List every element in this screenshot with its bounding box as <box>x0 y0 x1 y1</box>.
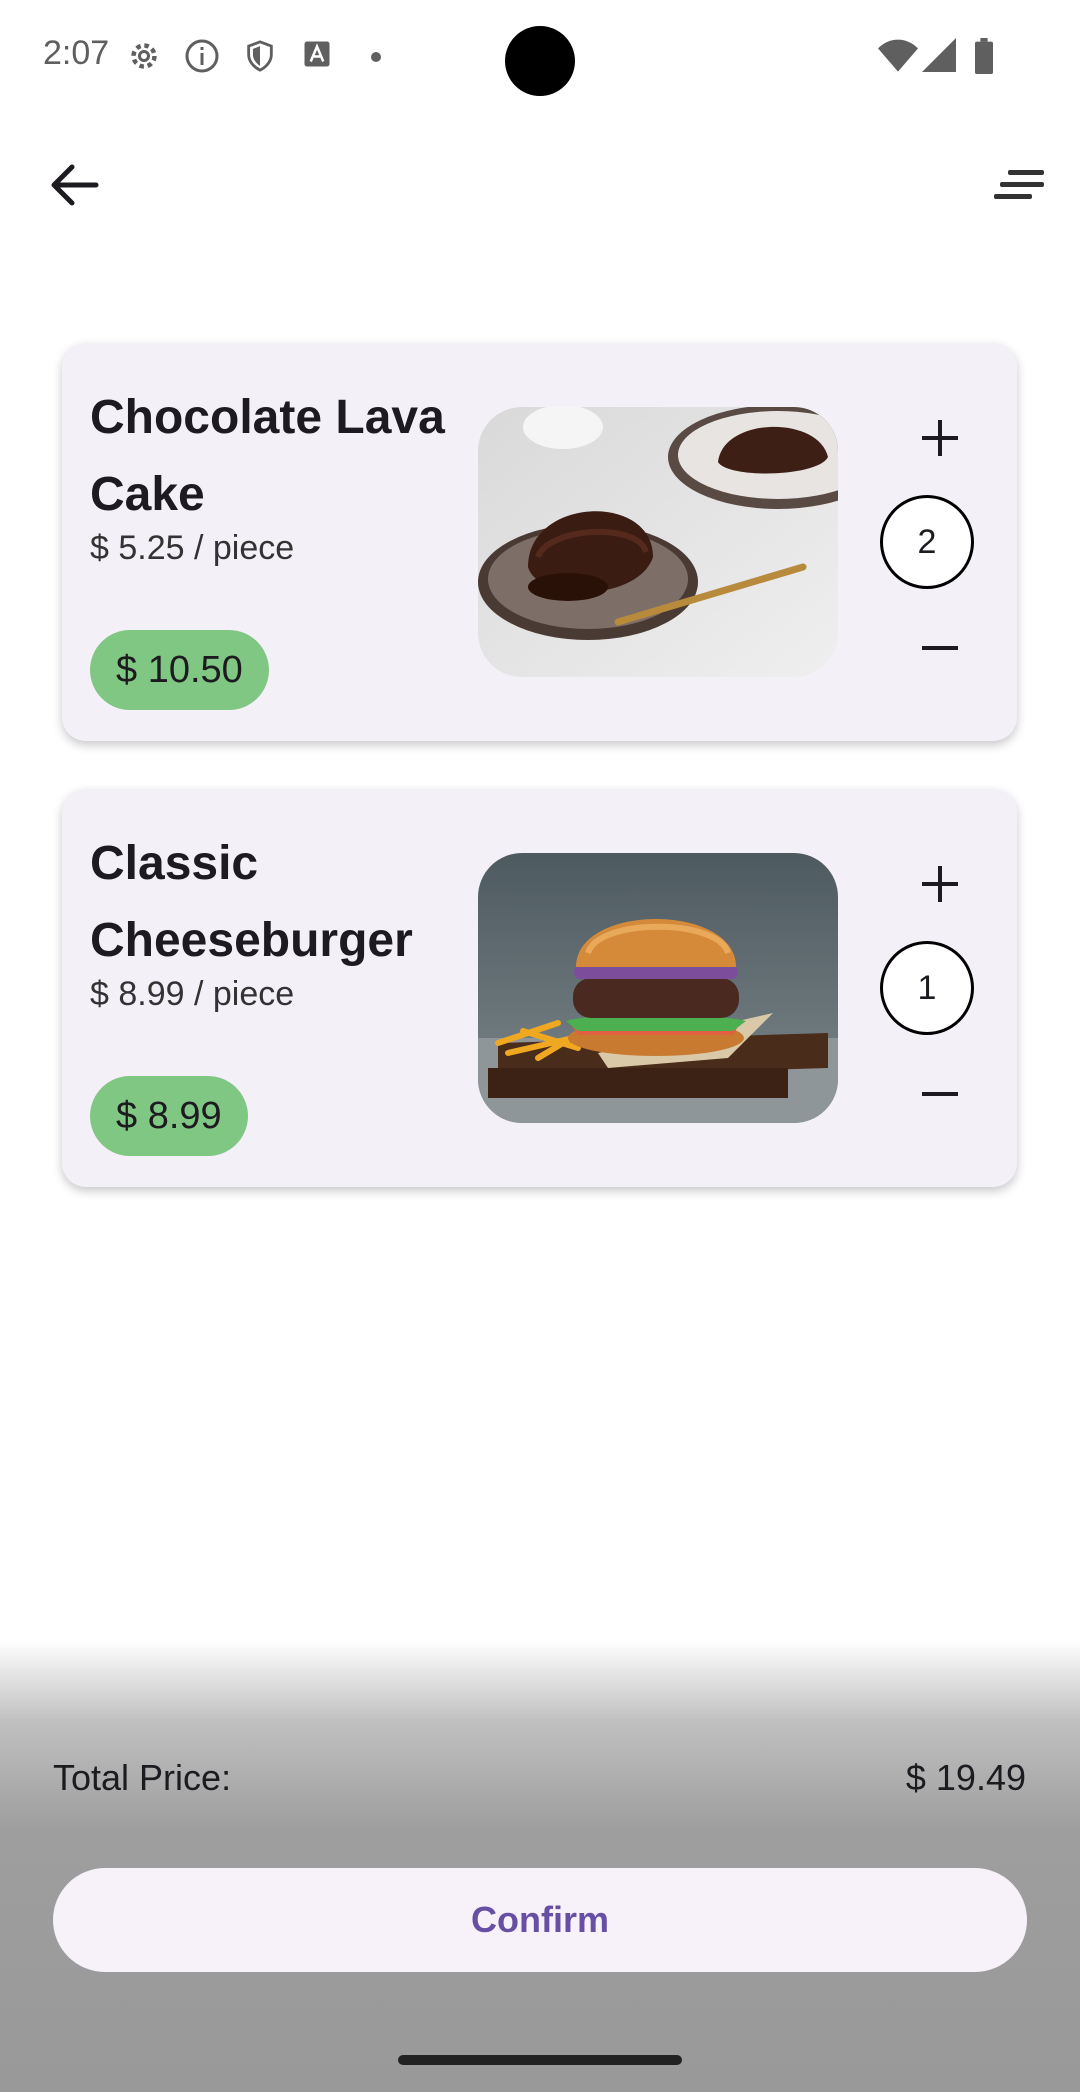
total-price-label: Total Price: <box>53 1757 232 1798</box>
item-name: Classic Cheeseburger <box>90 837 413 967</box>
plus-icon <box>922 420 958 456</box>
confirm-button[interactable]: Confirm <box>53 1868 1027 1972</box>
signal-icon <box>922 38 956 77</box>
dot-icon <box>370 50 382 68</box>
font-a-icon <box>302 38 332 75</box>
arrow-left-icon <box>51 164 99 206</box>
cart-item-card: Chocolate Lava Cake $ 5.25 / piece $ 10.… <box>62 343 1017 741</box>
quantity-display: 1 <box>880 941 974 1035</box>
increase-quantity-button[interactable] <box>900 403 980 473</box>
camera-cutout <box>505 26 575 96</box>
cheeseburger-image <box>478 853 838 1123</box>
quantity-display: 2 <box>880 495 974 589</box>
chocolate-lava-cake-image <box>478 407 838 677</box>
back-button[interactable] <box>40 150 110 220</box>
sort-menu-button[interactable] <box>980 150 1060 220</box>
increase-quantity-button[interactable] <box>900 849 980 919</box>
total-price-value: $ 19.49 <box>905 1757 1026 1798</box>
status-time: 2:07 <box>43 34 110 72</box>
decrease-quantity-button[interactable] <box>900 613 980 683</box>
item-unit-price: $ 5.25 / piece <box>90 529 295 567</box>
minus-icon <box>922 1092 958 1096</box>
plus-icon <box>922 866 958 902</box>
status-bar: 2:07 <box>0 0 1080 112</box>
battery-icon <box>972 38 996 79</box>
item-name: Chocolate Lava Cake <box>90 391 445 521</box>
info-icon <box>184 38 220 79</box>
item-total-badge: $ 10.50 <box>90 630 269 710</box>
minus-icon <box>922 646 958 650</box>
checkout-panel <box>0 1640 1080 2092</box>
wifi-icon <box>878 38 918 77</box>
shield-icon <box>243 38 277 79</box>
gear-icon <box>126 38 162 79</box>
sort-lines-icon <box>994 170 1044 199</box>
decrease-quantity-button[interactable] <box>900 1059 980 1129</box>
item-total-badge: $ 8.99 <box>90 1076 248 1156</box>
cart-item-card: Classic Cheeseburger $ 8.99 / piece $ 8.… <box>62 789 1017 1187</box>
item-unit-price: $ 8.99 / piece <box>90 975 295 1013</box>
home-indicator[interactable] <box>398 2055 682 2065</box>
